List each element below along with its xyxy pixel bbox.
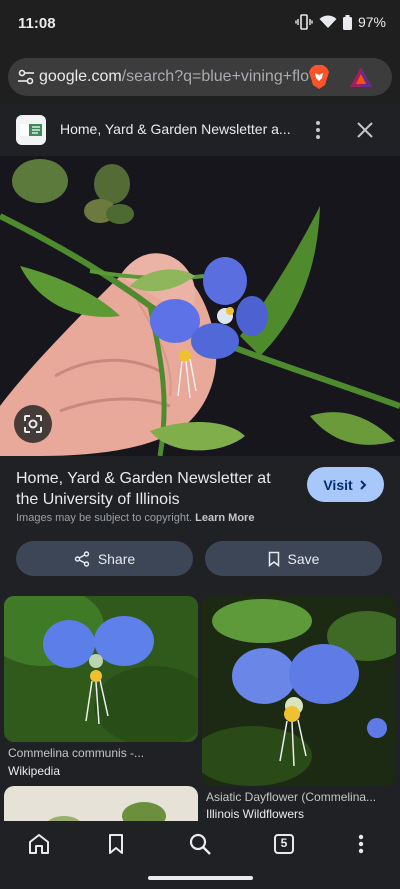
related-image-2[interactable] xyxy=(202,596,396,786)
related-images-grid: Commelina communis -... Wikipedia Asiati… xyxy=(0,592,400,821)
save-label: Save xyxy=(287,550,320,567)
menu-icon[interactable] xyxy=(348,831,374,857)
bookmarks-icon[interactable] xyxy=(103,831,129,857)
related-caption-1[interactable]: Commelina communis -... xyxy=(8,746,196,760)
battery-percent: 97% xyxy=(357,14,386,30)
result-info-panel: Home, Yard & Garden Newsletter at the Un… xyxy=(0,456,400,592)
learn-more-link[interactable]: Learn More xyxy=(195,512,254,524)
copyright-notice: Images may be subject to copyright. Lear… xyxy=(16,512,254,524)
status-bar: 11:08 97% xyxy=(0,0,400,48)
vibrate-icon xyxy=(295,14,313,30)
tab-switcher-button[interactable]: 5 xyxy=(271,831,297,857)
save-button[interactable]: Save xyxy=(205,541,382,576)
related-image-3[interactable] xyxy=(4,786,198,821)
battery-icon xyxy=(342,14,352,30)
share-button[interactable]: Share xyxy=(16,541,193,576)
lens-icon xyxy=(24,415,42,433)
site-settings-icon[interactable] xyxy=(16,67,36,87)
related-image-1[interactable] xyxy=(4,596,198,742)
status-icons: 97% xyxy=(295,14,386,30)
share-label: Share xyxy=(97,550,136,567)
related-source-2: Illinois Wildflowers xyxy=(206,807,305,821)
copyright-text: Images may be subject to copyright. xyxy=(16,512,193,524)
dayflower-photo xyxy=(0,156,400,456)
status-time: 11:08 xyxy=(18,15,56,32)
url-path: /search?q=blue+vining+flo xyxy=(121,68,309,85)
brave-rewards-icon[interactable] xyxy=(349,66,373,88)
main-image[interactable] xyxy=(0,156,400,456)
close-icon[interactable] xyxy=(354,119,376,141)
image-source-bar: Home, Yard & Garden Newsletter a... xyxy=(0,104,400,156)
gesture-home-indicator[interactable] xyxy=(148,876,253,880)
brave-shields-icon[interactable] xyxy=(307,64,331,90)
related-caption-2[interactable]: Asiatic Dayflower (Commelina... xyxy=(206,790,392,804)
url-host: google.com xyxy=(39,68,122,85)
source-title[interactable]: Home, Yard & Garden Newsletter a... xyxy=(60,121,292,137)
bookmark-icon xyxy=(268,551,279,567)
related-photo-2 xyxy=(202,596,396,786)
result-heading[interactable]: Home, Yard & Garden Newsletter at the Un… xyxy=(16,468,286,510)
search-icon[interactable] xyxy=(187,831,213,857)
visit-label: Visit xyxy=(323,476,353,493)
google-lens-button[interactable] xyxy=(14,405,52,443)
related-photo-1 xyxy=(4,596,198,742)
site-favicon xyxy=(16,115,46,145)
tab-count: 5 xyxy=(280,836,288,850)
home-icon[interactable] xyxy=(26,831,52,857)
wifi-icon xyxy=(319,15,337,28)
bottom-navigation: 5 xyxy=(0,821,400,889)
browser-toolbar: google.com/search?q=blue+vining+flo xyxy=(0,48,400,104)
related-source-1: Wikipedia xyxy=(8,764,61,778)
url-text[interactable]: google.com/search?q=blue+vining+flo xyxy=(39,68,312,86)
chevron-right-icon xyxy=(359,479,367,490)
related-photo-3 xyxy=(4,786,198,821)
more-options-icon[interactable] xyxy=(307,119,329,141)
visit-button[interactable]: Visit xyxy=(307,467,384,502)
share-icon xyxy=(74,550,90,567)
address-bar[interactable]: google.com/search?q=blue+vining+flo xyxy=(8,58,392,96)
